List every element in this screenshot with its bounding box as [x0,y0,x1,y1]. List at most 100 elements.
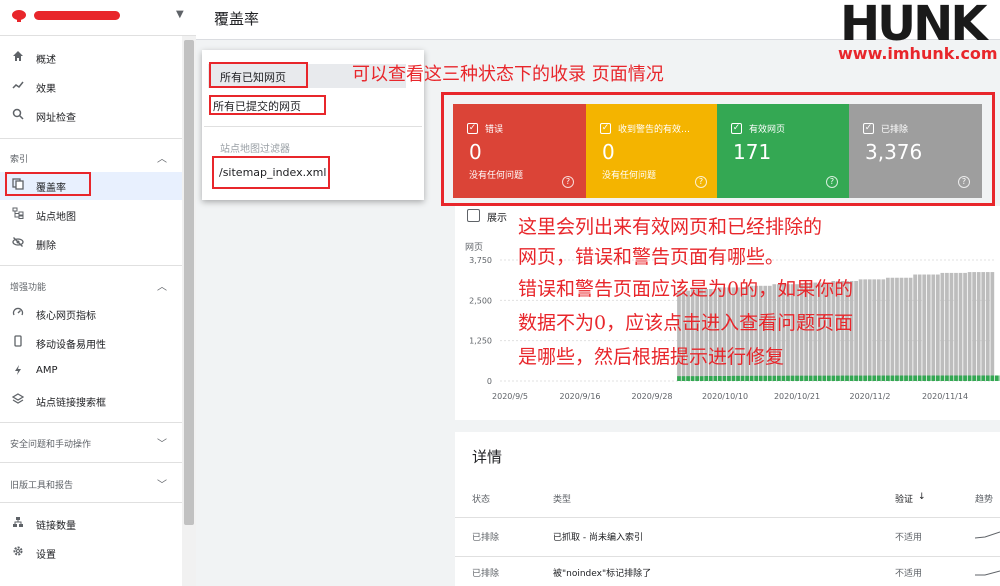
row-type[interactable]: 已抓取 - 尚未编入索引 [553,530,643,543]
card-valid[interactable]: ✓ 有效网页 171 ? [717,104,850,198]
section-title: 安全问题和手动操作 [10,440,92,450]
checkbox-icon[interactable]: ✓ [863,123,874,134]
help-icon[interactable]: ? [958,176,970,188]
sidebar-item-amp[interactable]: AMP [0,358,182,386]
column-type[interactable]: 类型 [553,492,571,505]
gear-icon [10,545,26,561]
card-label: 已排除 [881,125,909,135]
x-tick-label: 2020/11/14 [922,392,968,401]
sidebar-item-performance[interactable]: 效果 [0,73,182,101]
annotation-block: 这里会列出来有效网页和已经排除的 网页，错误和警告页面有哪些。 错误和警告页面应… [518,210,1000,380]
sidebar-item-links[interactable]: 链接数量 [0,510,182,538]
property-icon [12,10,26,22]
section-legacy[interactable]: 旧版工具和报告 ﹀ [0,470,182,496]
row-status: 已排除 [472,569,500,579]
chevron-up-icon: ︿ [157,154,167,165]
row-validation: 不适用 [895,569,923,579]
highlight-box [209,62,308,88]
caret-down-icon[interactable]: ▼ [176,9,184,20]
x-tick-label: 2020/9/16 [559,392,600,401]
show-checkbox[interactable] [467,209,480,222]
sidebar-item-settings[interactable]: 设置 [0,539,182,567]
card-error[interactable]: ✓ 错误 0 没有任何问题 ? [453,104,586,198]
column-trend[interactable]: 趋势 [975,492,993,505]
checkbox-icon[interactable]: ✓ [731,123,742,134]
column-status[interactable]: 状态 [472,492,490,505]
bolt-icon [10,364,26,380]
divider [0,462,182,463]
sidebar-item-url-inspection[interactable]: 网址检查 [0,102,182,130]
divider [455,556,1000,557]
sidebar-item-label: 移动设备易用性 [36,340,106,351]
phone-icon [10,335,26,351]
sidebar-item-label: 网址检查 [36,113,76,124]
row-type[interactable]: 被"noindex"标记排除了 [553,566,651,579]
card-value: 0 [602,140,615,164]
section-title: 增强功能 [10,283,47,293]
scrollbar-thumb[interactable] [184,40,194,525]
hide-icon [10,236,26,252]
x-tick-label: 2020/11/2 [849,392,890,401]
x-tick-label: 2020/9/28 [631,392,672,401]
section-security[interactable]: 安全问题和手动操作 ﹀ [0,429,182,455]
help-icon[interactable]: ? [826,176,838,188]
sidebar-item-label: 设置 [36,550,56,561]
card-excluded[interactable]: ✓ 已排除 3,376 ? [849,104,982,198]
trend-sparkline [975,570,1000,576]
annotation-line: 这里会列出来有效网页和已经排除的 [518,216,823,238]
details-title: 详情 [472,448,503,466]
y-tick-label: 3,750 [469,256,492,265]
x-tick-label: 2020/9/5 [492,392,528,401]
sidebar-item-label: 效果 [36,84,56,95]
divider [0,265,182,266]
x-tick-label: 2020/10/21 [774,392,820,401]
sidebar-item-overview[interactable]: 概述 [0,44,182,72]
y-tick-label: 0 [487,377,492,386]
page-title: 覆盖率 [214,10,260,28]
annotation-top: 可以查看这三种状态下的收录 页面情况 [352,64,664,85]
card-warning[interactable]: ✓ 收到警告的有效… 0 没有任何问题 ? [586,104,719,198]
card-value: 0 [469,140,482,164]
card-value: 3,376 [865,140,923,164]
sidebar-item-mobile-usability[interactable]: 移动设备易用性 [0,329,182,357]
sidebar-item-label: 删除 [36,241,56,252]
divider [0,138,182,139]
property-selector[interactable]: ▼ [0,0,196,36]
row-validation: 不适用 [895,533,923,543]
sidebar-item-core-web-vitals[interactable]: 核心网页指标 [0,300,182,328]
section-enhancements[interactable]: 增强功能 ︿ [0,272,182,298]
card-label: 有效网页 [749,125,786,135]
sidebar-item-label: 概述 [36,55,56,66]
sidebar-item-label: 站点链接搜索框 [36,398,106,409]
x-tick-label: 2020/10/10 [702,392,748,401]
sidebar-item-removals[interactable]: 删除 [0,230,182,258]
checkbox-icon[interactable]: ✓ [600,123,611,134]
chevron-up-icon: ︿ [157,282,167,293]
divider [455,517,1000,518]
checkbox-icon[interactable]: ✓ [467,123,478,134]
divider [0,422,182,423]
trending-icon [10,79,26,95]
annotation-line: 网页，错误和警告页面有哪些。 [518,246,785,268]
column-validation[interactable]: 验证 [895,492,913,505]
section-index[interactable]: 索引 ︿ [0,144,182,170]
sidebar-item-label: AMP [36,365,58,376]
annotation-line: 错误和警告页面应该是为0的，如果你的 [518,278,854,300]
sidebar-item-sitelinks-searchbox[interactable]: 站点链接搜索框 [0,387,182,415]
y-tick-label: 2,500 [469,296,492,305]
sidebar-item-sitemaps[interactable]: 站点地图 [0,201,182,229]
layers-icon [10,393,26,409]
sidebar-item-label: 核心网页指标 [36,311,96,322]
details-panel [455,432,1000,586]
chart-ylabel: 网页 [465,242,483,253]
highlight-box [5,172,91,196]
trend-sparkline [975,531,1000,539]
help-icon[interactable]: ? [562,176,574,188]
card-subtext: 没有任何问题 [469,171,524,181]
sidebar-item-label: 链接数量 [36,521,76,532]
brand-url: www.imhunk.com [838,44,998,63]
card-label: 错误 [485,125,504,135]
home-icon [10,50,26,66]
help-icon[interactable]: ? [695,176,707,188]
sort-arrow-icon[interactable]: ↓ [918,492,926,502]
